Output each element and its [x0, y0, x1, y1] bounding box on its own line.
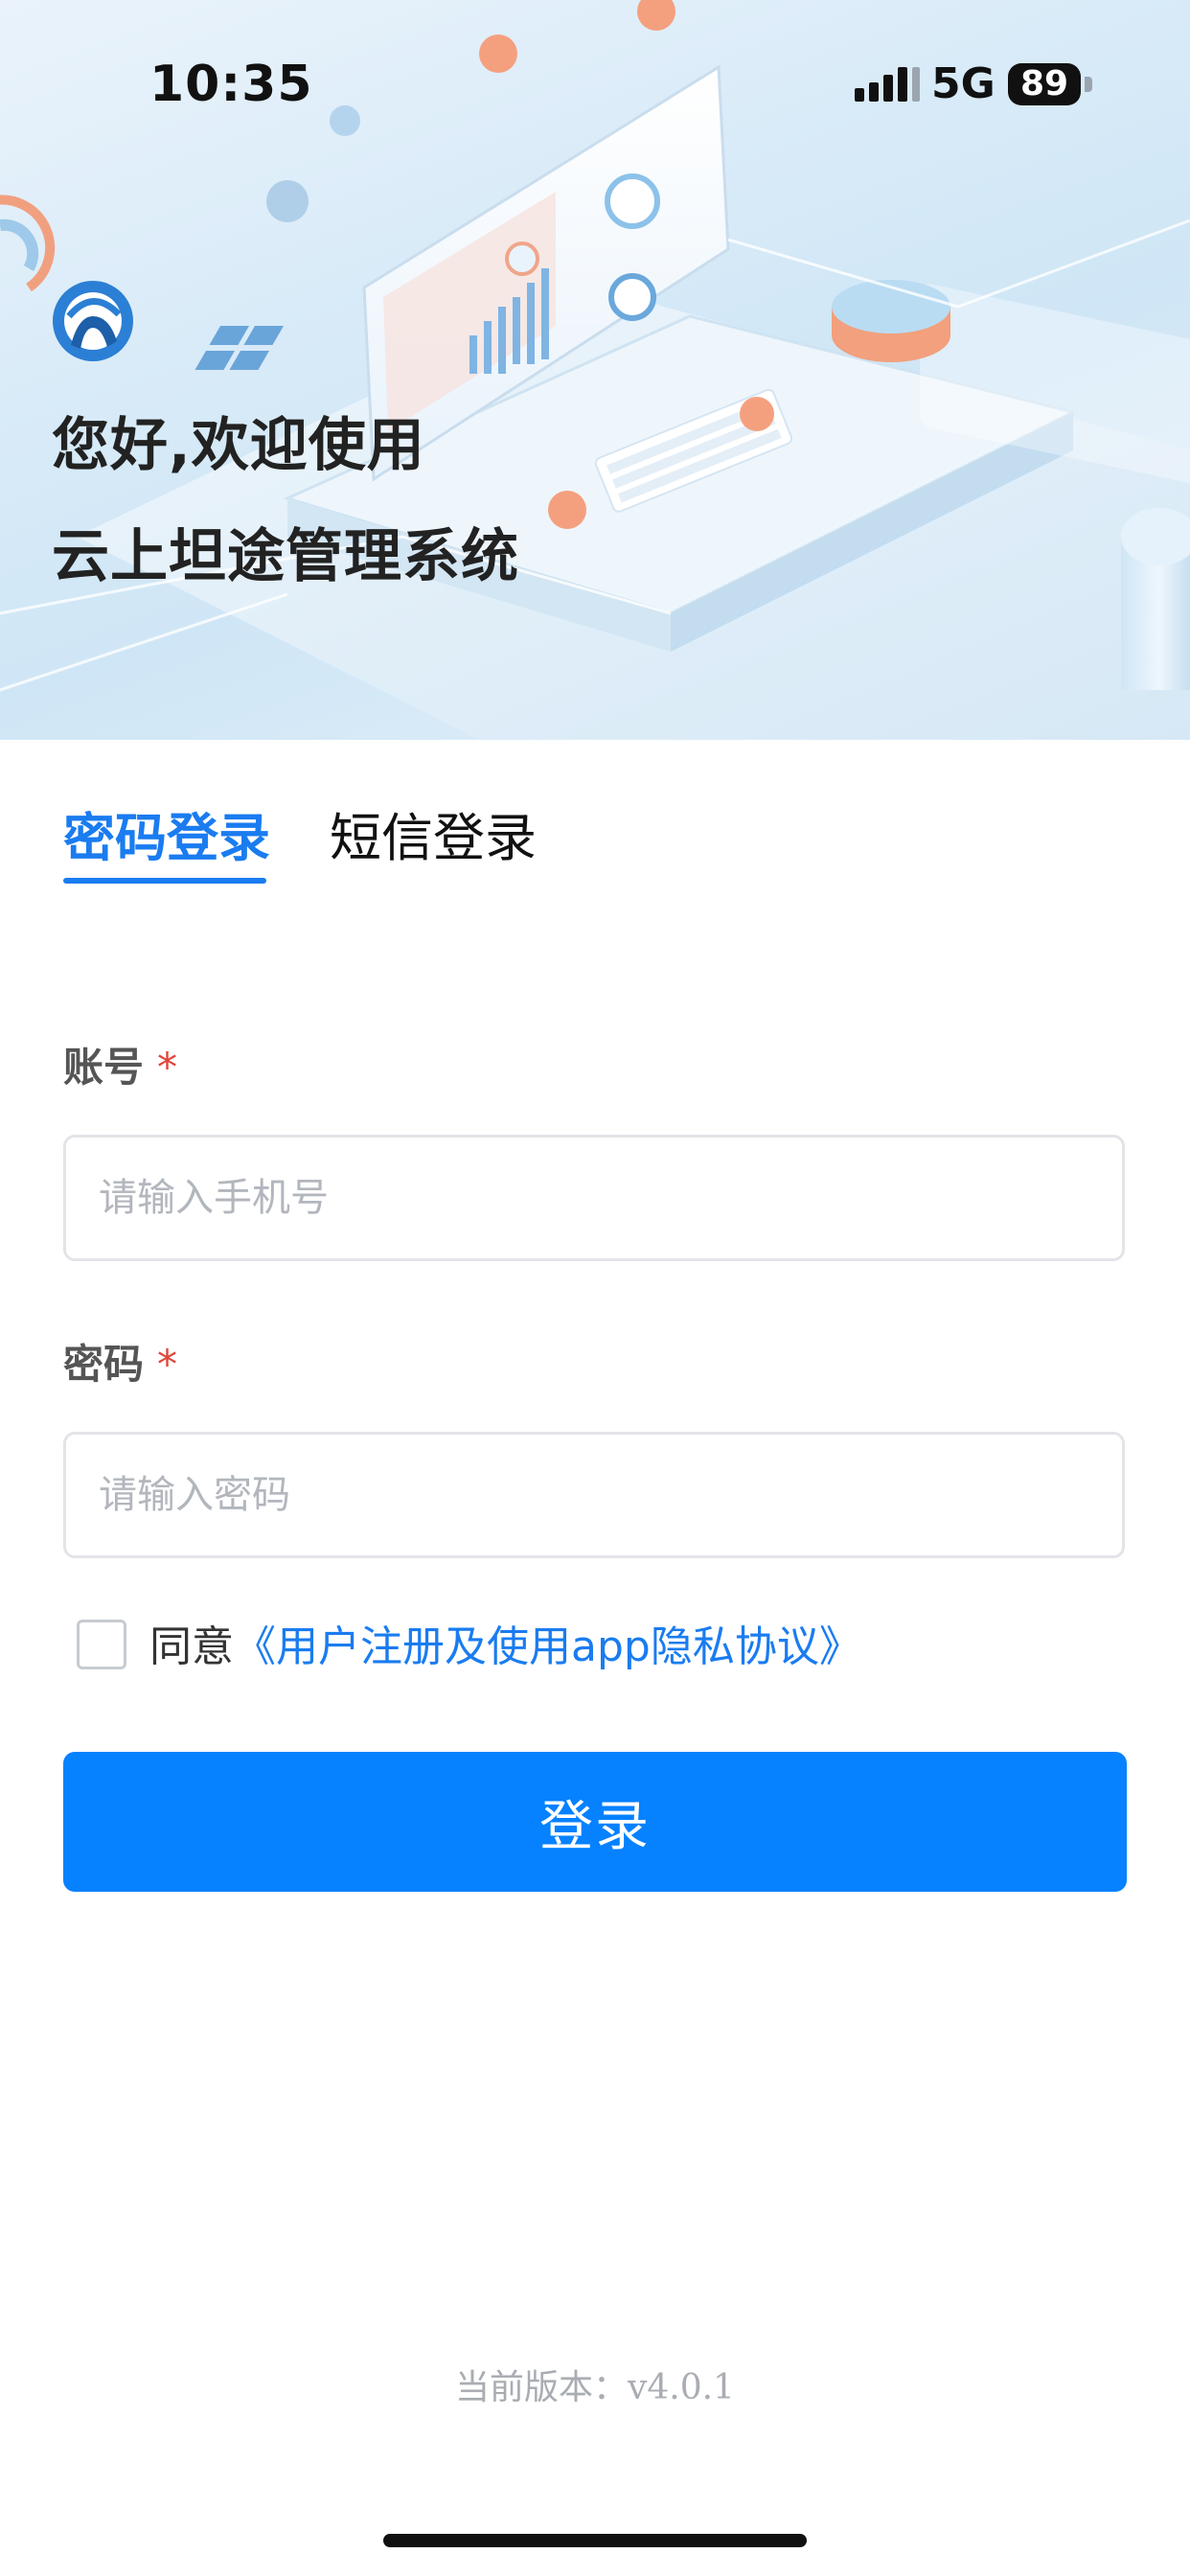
account-field[interactable] [63, 1135, 1125, 1261]
required-mark: * [157, 1044, 178, 1091]
greeting-line-1: 您好,欢迎使用 [52, 412, 425, 479]
phone-input[interactable] [66, 1138, 1122, 1258]
password-label-text: 密码 [63, 1341, 145, 1388]
agreement-prefix: 同意 [149, 1622, 234, 1671]
signal-icon [855, 67, 920, 102]
password-input[interactable] [66, 1435, 1122, 1555]
status-bar: 10:35 5G 89 [0, 0, 1190, 172]
account-label: 账号 * [63, 1035, 177, 1093]
login-button[interactable]: 登录 [63, 1752, 1127, 1892]
greeting-line-2: 云上坦途管理系统 [52, 523, 519, 590]
privacy-agreement-link[interactable]: 《用户注册及使用app隐私协议》 [234, 1622, 861, 1671]
agreement-text: 同意《用户注册及使用app隐私协议》 [149, 1612, 861, 1673]
network-type: 5G [931, 59, 995, 108]
password-field[interactable] [63, 1432, 1125, 1558]
battery-tip [1085, 77, 1092, 92]
active-tab-indicator [63, 878, 266, 884]
version-text: 当前版本：v4.0.1 [455, 2368, 735, 2407]
tab-password-login[interactable]: 密码登录 [63, 795, 270, 871]
hero-banner: 10:35 5G 89 您好,欢迎使用 云上坦途管理系统 [0, 0, 1190, 740]
agreement-checkbox[interactable] [77, 1620, 126, 1669]
brand-logo [53, 281, 133, 361]
home-indicator [383, 2534, 807, 2547]
tab-sms-login[interactable]: 短信登录 [330, 795, 537, 871]
status-time: 10:35 [149, 56, 313, 113]
required-mark: * [157, 1341, 178, 1388]
battery-icon: 89 [1008, 63, 1081, 105]
account-label-text: 账号 [63, 1044, 145, 1091]
password-label: 密码 * [63, 1332, 177, 1391]
